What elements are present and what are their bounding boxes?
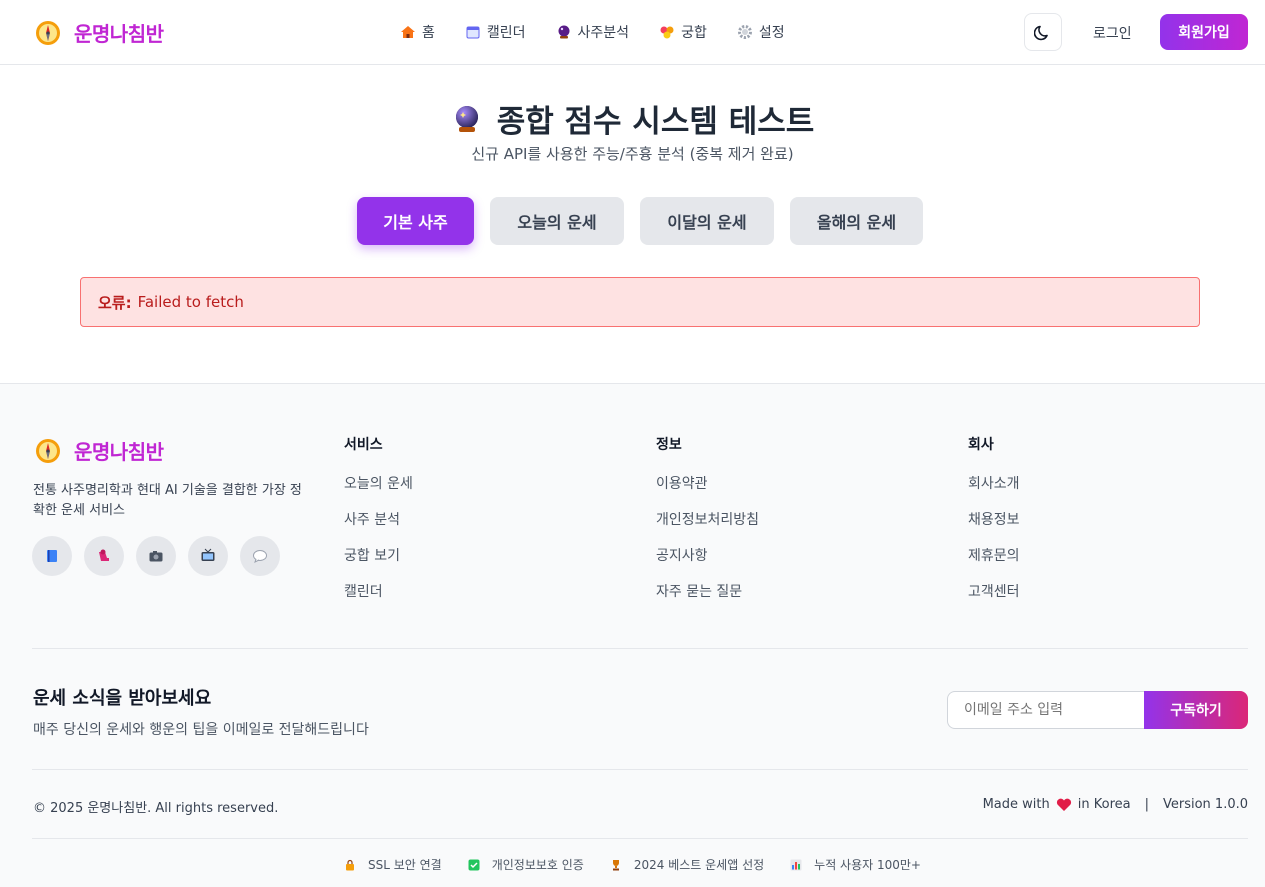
compass-icon xyxy=(36,20,60,45)
badge-label: 누적 사용자 100만+ xyxy=(814,858,921,872)
made-with-text: Made with in Korea | Version 1.0.0 xyxy=(983,797,1248,812)
badge-privacy: 개인정보보호 인증 xyxy=(468,856,584,873)
version-text: Version 1.0.0 xyxy=(1162,797,1248,812)
page-title: 종합 점수 시스템 테스트 xyxy=(0,96,1265,141)
footer-link[interactable]: 캘린더 xyxy=(344,583,413,601)
gear-icon xyxy=(737,25,752,39)
nav-label: 캘린더 xyxy=(486,25,526,41)
footer-divider xyxy=(32,648,1248,649)
footer-column-title: 정보 xyxy=(656,437,682,453)
footer-divider xyxy=(32,769,1248,770)
fortune-tabs: 기본 사주 오늘의 운세 이달의 운세 올해의 운세 xyxy=(357,197,939,245)
badge-label: SSL 보안 연결 xyxy=(367,858,442,872)
badge-users: 누적 사용자 100만+ xyxy=(790,856,921,873)
nav-item-home[interactable]: 홈 xyxy=(400,22,435,42)
social-links xyxy=(32,536,292,576)
newsletter-description: 매주 당신의 운세와 행운의 팁을 이메일로 전달해드립니다 xyxy=(33,722,369,738)
top-header: 운명나침반 홈 캘린더 사주분석 궁합 설정 로그인 회원가입 xyxy=(0,0,1265,65)
footer-column-info: 정보 이용약관 개인정보처리방침 공지사항 자주 묻는 질문 xyxy=(656,434,759,619)
main-nav: 홈 캘린더 사주분석 궁합 설정 xyxy=(400,22,815,42)
error-label: 오류: xyxy=(98,293,132,312)
speech-bubble-icon xyxy=(253,550,267,563)
crystal-ball-icon xyxy=(558,25,570,39)
footer-link[interactable]: 고객센터 xyxy=(968,583,1020,601)
moon-icon xyxy=(1034,25,1048,41)
check-box-icon xyxy=(468,859,480,870)
copyright-text: © 2025 운명나침반. All rights reserved. xyxy=(33,801,279,816)
made-with-suffix: in Korea xyxy=(1077,797,1131,812)
page-subtitle: 신규 API를 사용한 주능/주흉 분석 (중복 제거 완료) xyxy=(471,145,794,163)
heart-icon xyxy=(1056,798,1071,811)
footer-column-title: 회사 xyxy=(968,437,994,453)
badge-label: 2024 베스트 운세앱 선정 xyxy=(633,858,765,872)
error-alert: 오류: Failed to fetch xyxy=(80,277,1200,327)
compass-icon xyxy=(36,438,60,463)
footer-brand-logo[interactable]: 운명나침반 xyxy=(34,436,164,465)
nav-item-compat[interactable]: 궁합 xyxy=(659,22,707,42)
badge-award: 2024 베스트 운세앱 선정 xyxy=(610,856,764,873)
nav-label: 홈 xyxy=(422,25,435,41)
nav-item-saju[interactable]: 사주분석 xyxy=(556,22,630,42)
nav-label: 설정 xyxy=(758,25,785,41)
footer-divider xyxy=(32,838,1248,839)
footer-link[interactable]: 개인정보처리방침 xyxy=(656,511,759,529)
nav-item-calendar[interactable]: 캘린더 xyxy=(465,22,526,42)
footer-link[interactable]: 궁합 보기 xyxy=(344,547,413,565)
book-icon xyxy=(47,550,57,562)
footer-link[interactable]: 사주 분석 xyxy=(344,511,413,529)
calendar-icon xyxy=(466,26,480,39)
crystal-ball-icon xyxy=(455,105,478,132)
badge-ssl: SSL 보안 연결 xyxy=(344,856,442,873)
social-book-link[interactable] xyxy=(32,536,72,576)
dark-mode-toggle[interactable] xyxy=(1024,13,1062,51)
tv-icon xyxy=(201,548,215,561)
footer-link[interactable]: 회사소개 xyxy=(968,475,1020,493)
footer-link[interactable]: 자주 묻는 질문 xyxy=(656,583,759,601)
footer: 운명나침반 전통 사주명리학과 현대 AI 기술을 결합한 가장 정확한 운세 … xyxy=(0,383,1265,887)
error-message: Failed to fetch xyxy=(137,293,244,311)
tab-basic-saju[interactable]: 기본 사주 xyxy=(357,197,474,245)
brand-name: 운명나침반 xyxy=(74,22,164,46)
thread-icon xyxy=(99,549,109,561)
page-title-text: 종합 점수 시스템 테스트 xyxy=(496,104,815,140)
tab-year-fortune[interactable]: 올해의 운세 xyxy=(790,197,923,245)
footer-link[interactable]: 오늘의 운세 xyxy=(344,475,413,493)
nav-item-settings[interactable]: 설정 xyxy=(737,22,785,42)
camera-icon xyxy=(149,551,163,562)
footer-link[interactable]: 채용정보 xyxy=(968,511,1020,529)
made-with-prefix: Made with xyxy=(982,797,1050,812)
nav-label: 궁합 xyxy=(681,25,707,41)
social-thread-link[interactable] xyxy=(84,536,124,576)
footer-column-company: 회사 회사소개 채용정보 제휴문의 고객센터 xyxy=(968,434,1020,619)
social-tv-link[interactable] xyxy=(188,536,228,576)
footer-brand-name: 운명나침반 xyxy=(74,440,164,464)
house-icon xyxy=(401,26,415,38)
footer-column-services: 서비스 오늘의 운세 사주 분석 궁합 보기 캘린더 xyxy=(344,434,413,619)
brand-logo[interactable]: 운명나침반 xyxy=(34,18,164,47)
hearts-icon xyxy=(660,26,674,39)
footer-link[interactable]: 공지사항 xyxy=(656,547,759,565)
newsletter-title: 운세 소식을 받아보세요 xyxy=(33,688,212,709)
nav-label: 사주분석 xyxy=(577,25,630,41)
signup-button[interactable]: 회원가입 xyxy=(1160,14,1248,50)
footer-description: 전통 사주명리학과 현대 AI 기술을 결합한 가장 정확한 운세 서비스 xyxy=(33,483,302,518)
footer-link[interactable]: 제휴문의 xyxy=(968,547,1020,565)
newsletter-email-input[interactable] xyxy=(947,691,1144,729)
badge-label: 개인정보보호 인증 xyxy=(491,858,584,872)
separator: | xyxy=(1144,797,1149,812)
bar-chart-icon xyxy=(790,859,802,870)
login-link[interactable]: 로그인 xyxy=(1093,23,1132,43)
social-camera-link[interactable] xyxy=(136,536,176,576)
trust-badges: SSL 보안 연결 개인정보보호 인증 2024 베스트 운세앱 선정 누적 사… xyxy=(0,856,1265,873)
lock-icon xyxy=(345,859,354,870)
tab-today-fortune[interactable]: 오늘의 운세 xyxy=(490,197,624,245)
social-chat-link[interactable] xyxy=(240,536,280,576)
footer-column-title: 서비스 xyxy=(344,437,383,453)
trophy-icon xyxy=(612,859,619,870)
subscribe-button[interactable]: 구독하기 xyxy=(1144,691,1248,729)
tab-month-fortune[interactable]: 이달의 운세 xyxy=(640,197,774,245)
footer-link[interactable]: 이용약관 xyxy=(656,475,759,493)
